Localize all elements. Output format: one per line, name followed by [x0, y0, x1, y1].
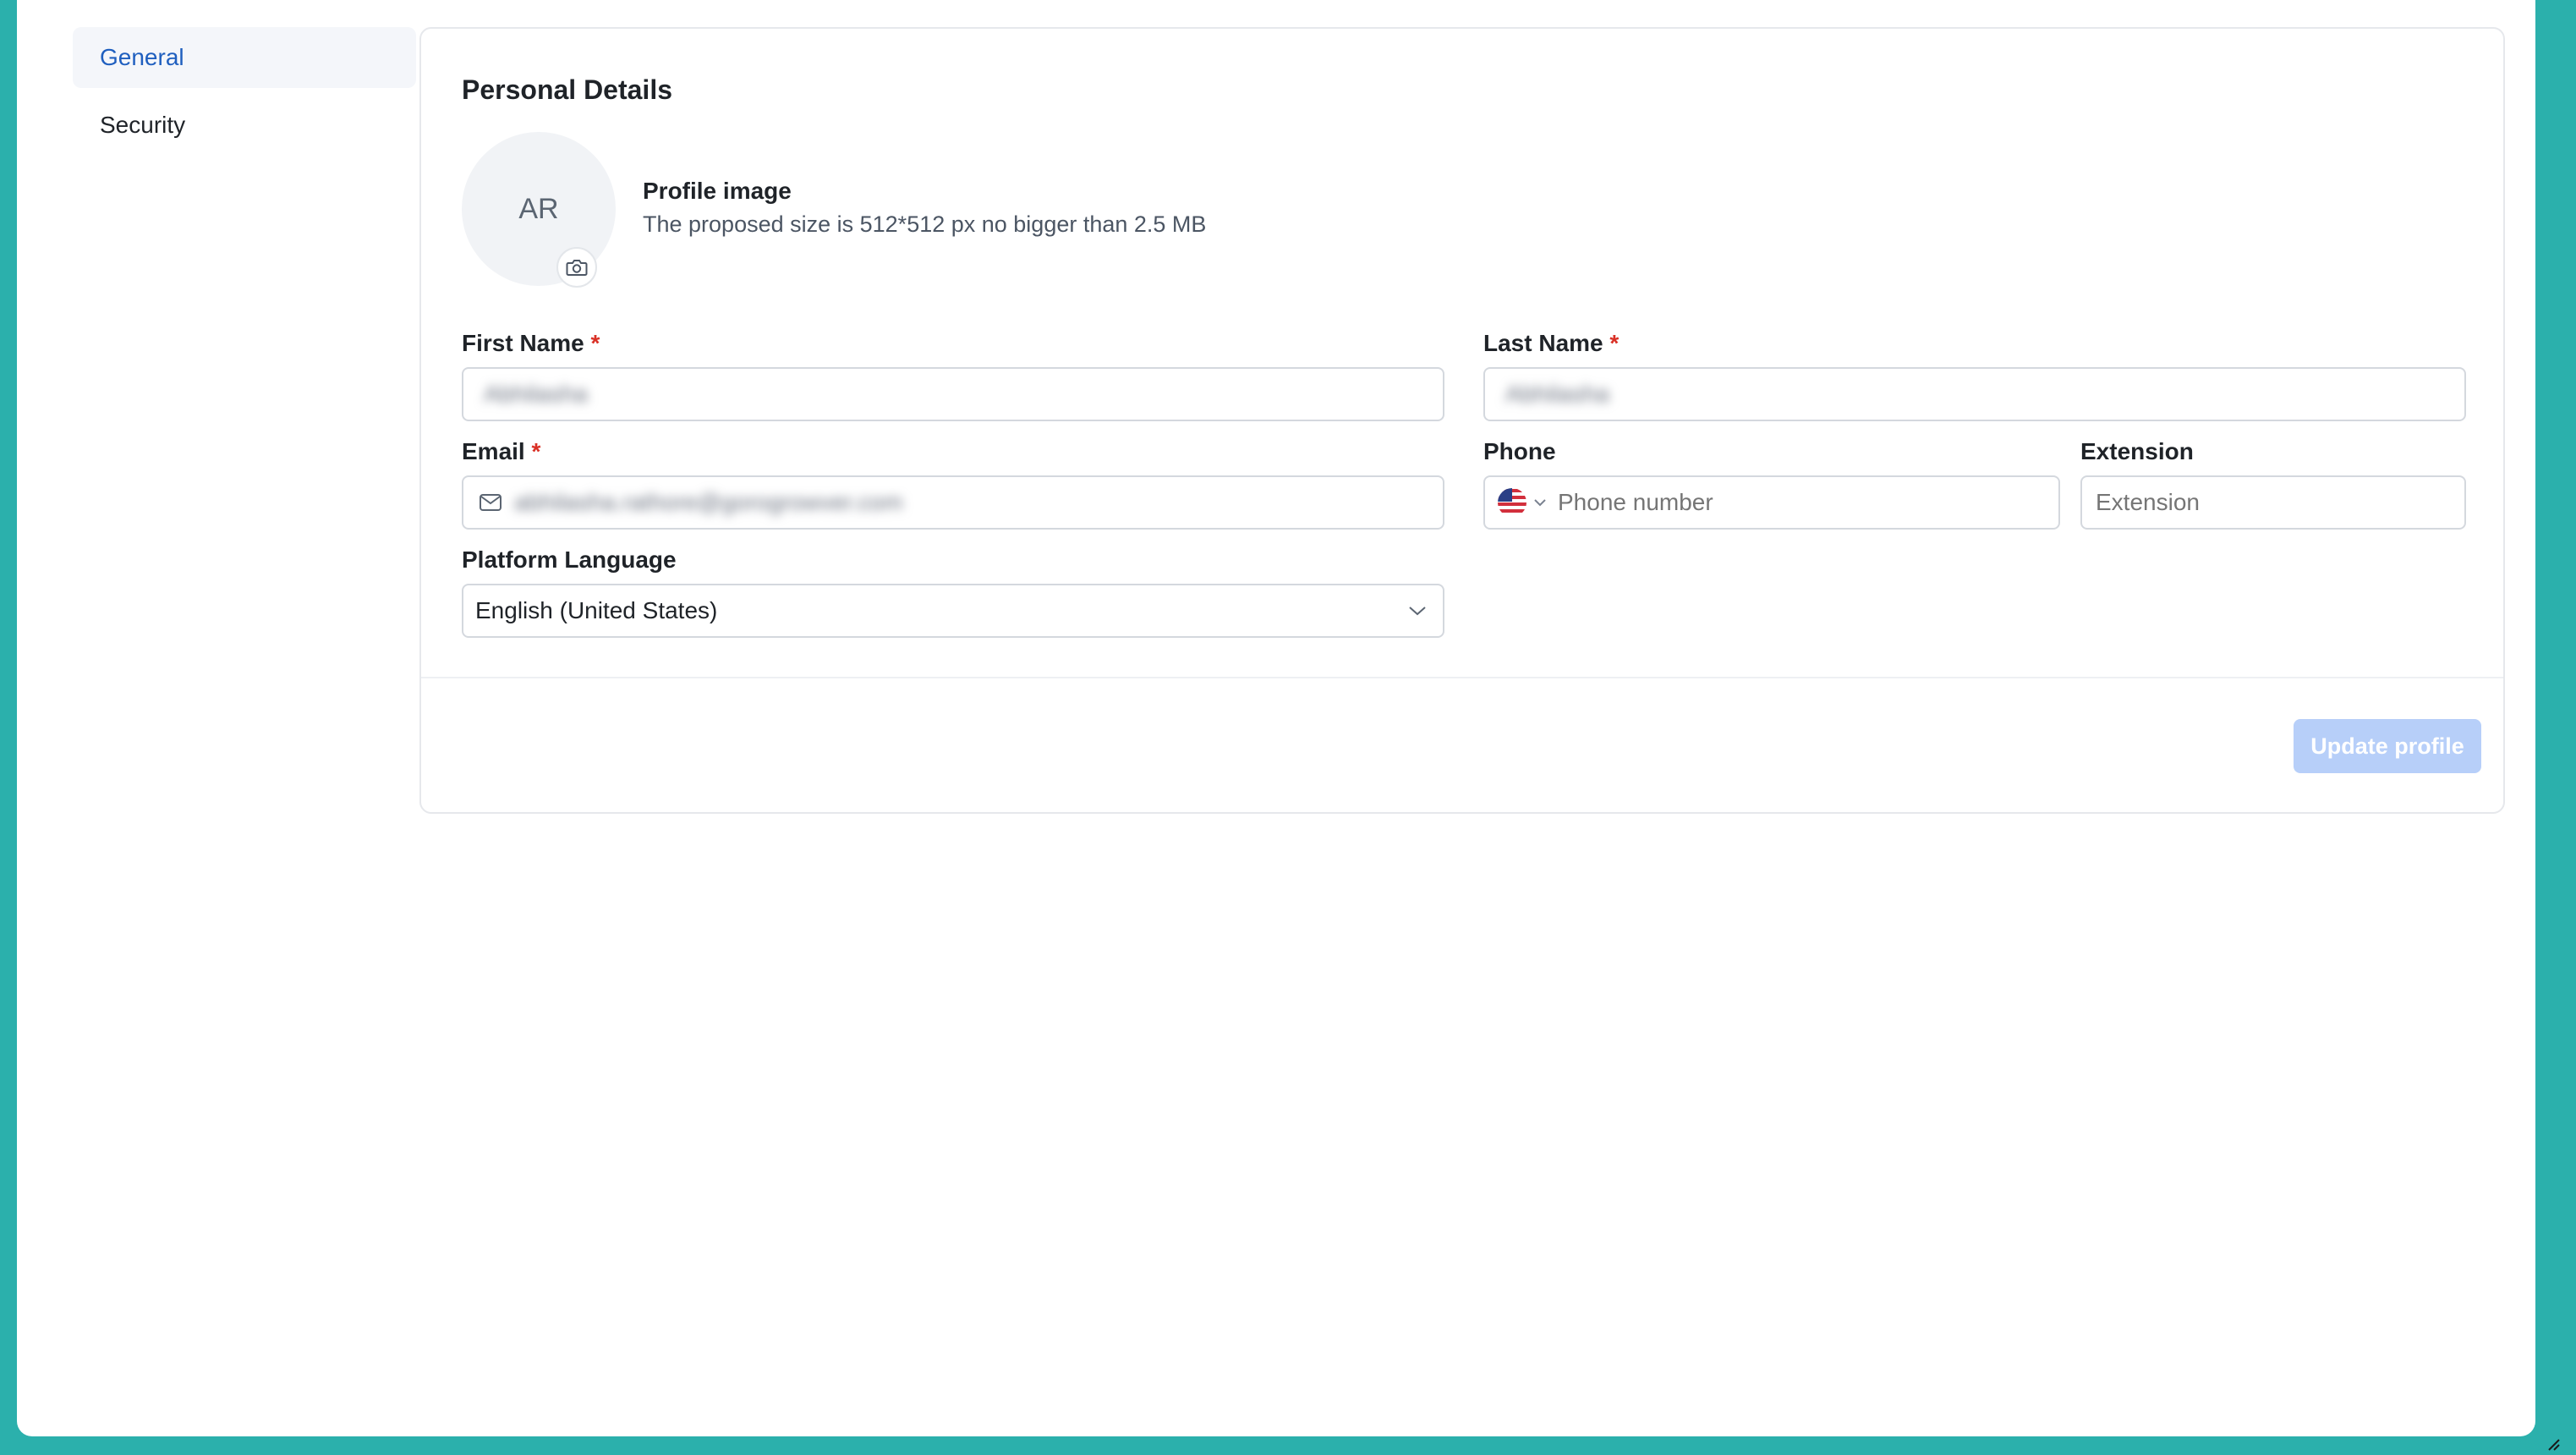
first-name-field[interactable]: Abhilasha	[462, 367, 1444, 421]
card-title: Personal Details	[462, 74, 672, 105]
platform-language-select[interactable]: English (United States)	[462, 584, 1444, 638]
first-name-label: First Name *	[462, 330, 600, 356]
required-marker: *	[590, 330, 600, 356]
email-label: Email *	[462, 438, 541, 464]
mail-icon	[479, 493, 502, 512]
chevron-down-icon	[1407, 605, 1428, 617]
extension-label: Extension	[2080, 438, 2194, 464]
chevron-down-icon	[1532, 497, 1548, 508]
avatar-initials: AR	[518, 192, 559, 225]
profile-image-hint: The proposed size is 512*512 px no bigge…	[643, 211, 1207, 237]
email-field[interactable]: abhilasha.rathore@gorogrowver.com	[462, 475, 1444, 530]
last-name-label: Last Name *	[1483, 330, 1620, 356]
platform-language-value: English (United States)	[475, 597, 718, 623]
first-name-value: Abhilasha	[484, 381, 588, 407]
sidebar-item-label: Security	[100, 112, 186, 138]
required-marker: *	[1609, 330, 1620, 356]
phone-field[interactable]	[1483, 475, 2060, 530]
email-value: abhilasha.rathore@gorogrowver.com	[514, 489, 903, 515]
us-flag-icon	[1497, 487, 1527, 518]
last-name-value: Abhilasha	[1505, 381, 1609, 407]
update-profile-button[interactable]: Update profile	[2294, 719, 2481, 773]
extension-field[interactable]	[2080, 475, 2466, 530]
camera-icon[interactable]	[556, 247, 597, 288]
settings-sidebar: General Security	[73, 27, 416, 162]
profile-image-label: Profile image	[643, 178, 792, 204]
sidebar-item-label: General	[100, 44, 184, 70]
required-marker: *	[531, 438, 541, 464]
sidebar-item-security[interactable]: Security	[73, 95, 416, 156]
extension-input[interactable]	[2094, 488, 2453, 517]
app-window: General Security Personal Details AR Pro…	[17, 0, 2535, 1436]
resize-handle-icon[interactable]	[2547, 1438, 2561, 1452]
phone-input[interactable]	[1556, 488, 1999, 517]
country-select[interactable]	[1497, 487, 1548, 518]
sidebar-item-general[interactable]: General	[73, 27, 416, 88]
last-name-field[interactable]: Abhilasha	[1483, 367, 2466, 421]
phone-label: Phone	[1483, 438, 1556, 464]
platform-language-label: Platform Language	[462, 546, 677, 573]
card-divider	[421, 677, 2503, 678]
personal-details-card: Personal Details AR Profile image The pr…	[419, 27, 2505, 814]
